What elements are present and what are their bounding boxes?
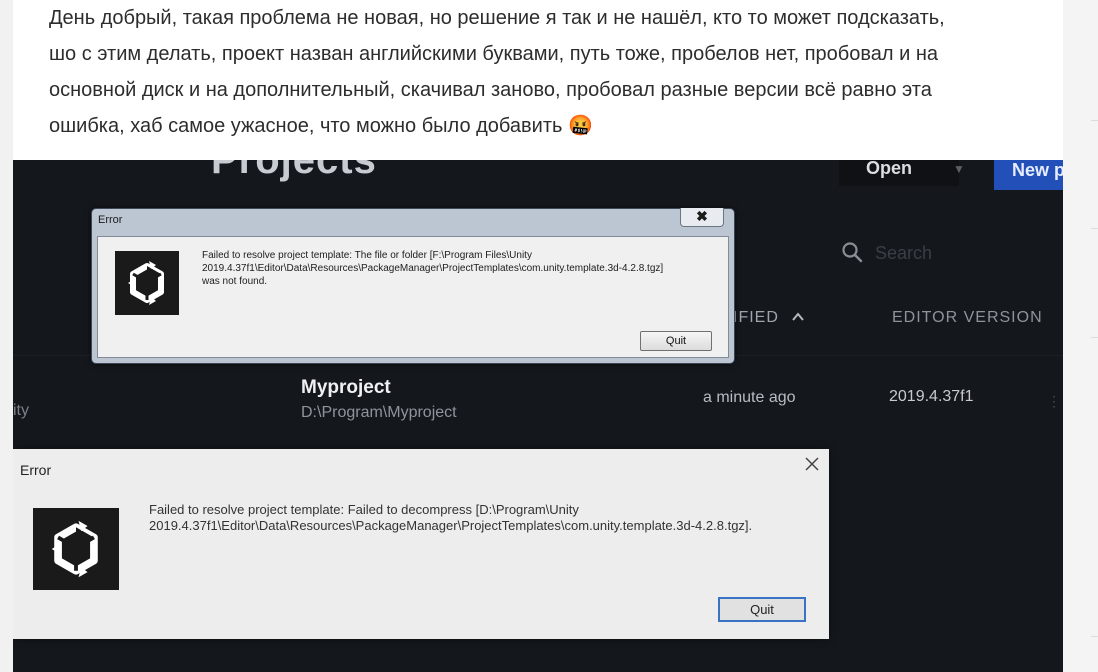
quit-button[interactable]: Quit — [640, 331, 712, 351]
sidebar-cut-text: ity — [13, 402, 29, 419]
error-message: Failed to resolve project template: The … — [202, 249, 722, 288]
close-icon[interactable] — [803, 455, 821, 473]
dialog-body: Failed to resolve project template: The … — [97, 236, 729, 358]
error-message-line: Failed to resolve project template: Fail… — [149, 502, 579, 517]
column-header-editor-version[interactable]: EDITOR VERSION — [892, 309, 1043, 327]
error-message-line: 2019.4.37f1\Editor\Data\Resources\Packag… — [202, 263, 664, 274]
close-button[interactable]: ✖ — [680, 208, 724, 227]
error-message-line: Failed to resolve project template: The … — [202, 250, 532, 261]
dialog-title: Error — [98, 214, 123, 226]
error-message-line: was not found. — [202, 276, 268, 287]
gutter-rule — [1091, 120, 1098, 121]
project-name[interactable]: Myproject — [301, 377, 391, 399]
project-modified: a minute ago — [703, 389, 796, 406]
error-message: Failed to resolve project template: Fail… — [149, 502, 829, 534]
project-path: D:\Program\Myproject — [301, 404, 457, 421]
post-line: День добрый, такая проблема не новая, но… — [49, 7, 945, 29]
error-dialog-secondary: Error Failed to resolve project template… — [13, 449, 829, 639]
project-editor-version: 2019.4.37f1 — [889, 388, 974, 405]
post-text: День добрый, такая проблема не новая, но… — [49, 0, 1049, 144]
post-line: ошибка, хаб самое ужасное, что можно был… — [49, 115, 593, 137]
hub-projects-title: Projects — [211, 160, 377, 182]
page-sidebar-gutter — [1063, 0, 1098, 672]
more-options-icon[interactable]: ⋮ — [1047, 393, 1061, 410]
dialog-title: Error — [20, 462, 52, 478]
gutter-rule — [1091, 228, 1098, 229]
unity-logo-icon — [33, 508, 119, 590]
error-message-line: 2019.4.37f1\Editor\Data\Resources\Packag… — [149, 518, 753, 533]
chevron-up-icon[interactable] — [791, 310, 805, 324]
screenshot-photo: Projects Open ▼ New p Search IFIED EDITO… — [13, 160, 1063, 672]
open-button[interactable]: Open — [839, 160, 959, 186]
unity-logo-icon — [115, 251, 179, 315]
gutter-rule — [1091, 337, 1098, 338]
error-dialog-primary: Error ✖ Failed to resolve project templa… — [91, 208, 735, 364]
quit-button[interactable]: Quit — [718, 597, 806, 622]
search-input[interactable]: Search — [875, 243, 932, 264]
search-icon — [842, 242, 863, 263]
new-project-button[interactable]: New p — [994, 160, 1063, 190]
post-line: шо с этим делать, проект назван английск… — [49, 43, 938, 65]
post-line: основной диск и на дополнительный, скачи… — [49, 79, 932, 101]
chevron-down-icon[interactable]: ▼ — [953, 162, 965, 176]
gutter-rule — [1091, 636, 1098, 637]
forum-post: День добрый, такая проблема не новая, но… — [13, 0, 1063, 160]
column-header-modified[interactable]: IFIED — [733, 309, 779, 327]
